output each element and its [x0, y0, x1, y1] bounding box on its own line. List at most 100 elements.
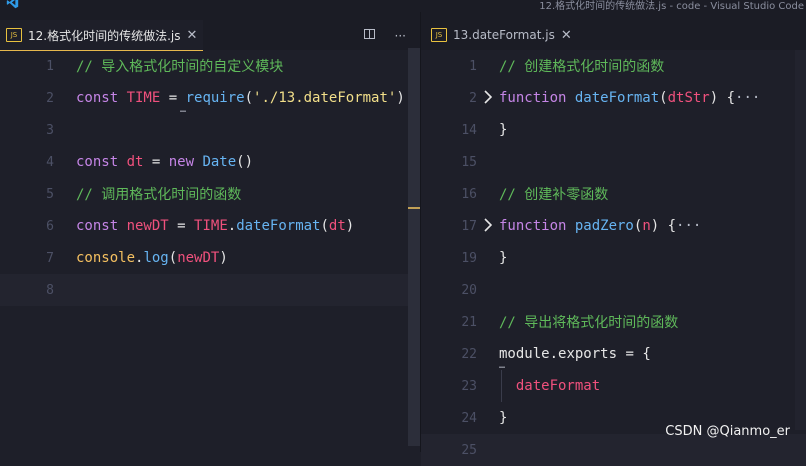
code-token: dt: [126, 154, 144, 170]
code-token: =: [168, 218, 195, 234]
code-token: padZero: [574, 218, 634, 234]
right-editor[interactable]: … 1// 创建格式化时间的函数 2 function dateFormat(dtS…: [421, 50, 806, 466]
code-token: newDT: [126, 218, 169, 234]
code-token: const: [76, 90, 127, 106]
code-token: ) {: [709, 90, 736, 106]
code-token: ): [396, 90, 405, 106]
right-scrollbar[interactable]: [795, 50, 806, 430]
code-token: .: [227, 218, 237, 234]
code-line[interactable]: 7 console.log(newDT): [0, 242, 408, 274]
line-number: 21: [461, 314, 477, 330]
code-line[interactable]: 8: [0, 274, 408, 306]
code-token: TIME: [194, 218, 228, 234]
code-line[interactable]: 3: [0, 114, 408, 146]
line-number: 19: [461, 250, 477, 266]
code-text: // 导出将格式化时间的函数: [499, 312, 678, 332]
vscode-logo-icon: [6, 0, 19, 9]
code-token: ): [345, 218, 355, 234]
code-token: ···: [735, 90, 761, 106]
left-editor[interactable]: … 1// 导入格式化时间的自定义模块 2 const TIME = require…: [0, 50, 420, 452]
line-number: 15: [461, 154, 477, 170]
code-text: // 导入格式化时间的自定义模块: [76, 56, 283, 76]
code-token: log: [143, 250, 169, 266]
code-line[interactable]: 21 // 导出将格式化时间的函数: [421, 306, 806, 338]
code-token: dateFormat: [499, 378, 601, 394]
code-token: newDT: [177, 250, 220, 266]
close-icon[interactable]: ✕: [561, 28, 572, 43]
tab-12-format-js[interactable]: JS 12.格式化时间的传统做法.js ✕: [0, 20, 204, 51]
fold-chevron-icon[interactable]: [483, 218, 492, 232]
line-number: 7: [46, 250, 54, 266]
code-token: =: [143, 154, 169, 170]
code-token: const: [76, 218, 127, 234]
csdn-watermark: CSDN @Qianmo_er: [665, 424, 790, 439]
code-text: const newDT = TIME.dateFormat(dt): [76, 218, 354, 234]
code-token: console: [76, 250, 136, 266]
code-text: // 创建格式化时间的函数: [499, 56, 664, 76]
code-token: './13.dateFormat': [253, 90, 397, 106]
code-line[interactable]: 15: [421, 146, 806, 178]
code-line[interactable]: 4 const dt = new Date(): [0, 146, 408, 178]
editor-actions: ···: [363, 29, 406, 43]
code-line[interactable]: 1 // 导入格式化时间的自定义模块: [0, 50, 408, 82]
line-number: 1: [46, 58, 54, 74]
line-number: 6: [46, 218, 54, 234]
code-line[interactable]: 14}: [421, 114, 806, 146]
js-file-icon: JS: [6, 28, 22, 42]
code-line[interactable]: 16 // 创建补零函数: [421, 178, 806, 210]
line-number: 17: [461, 218, 477, 234]
code-token: dt: [328, 218, 346, 234]
line-number: 22: [461, 346, 477, 362]
more-actions-icon[interactable]: ···: [395, 29, 406, 43]
fold-chevron-icon[interactable]: [483, 90, 492, 104]
code-text: dateFormat: [499, 378, 600, 394]
code-line[interactable]: 22 module.exports = {: [421, 338, 806, 370]
code-text: // 创建补零函数: [499, 184, 608, 204]
code-token: (: [320, 218, 329, 234]
code-token: n: [642, 218, 651, 234]
code-token: }: [499, 410, 508, 426]
line-number: 14: [461, 122, 477, 138]
code-line[interactable]: 6 const newDT = TIME.dateFormat(dt): [0, 210, 408, 242]
line-number: 16: [461, 186, 477, 202]
code-token: }: [499, 250, 508, 266]
line-number: 2: [46, 90, 54, 106]
code-line[interactable]: 2 function dateFormat(dtStr) {···: [421, 82, 806, 114]
line-number: 20: [461, 282, 477, 298]
code-text: }: [499, 122, 507, 138]
code-token: function: [499, 218, 575, 234]
close-icon[interactable]: ✕: [187, 28, 198, 43]
js-file-icon: JS: [431, 28, 447, 42]
code-text: const TIME = require('./13.dateFormat'): [76, 90, 405, 106]
line-number: 23: [461, 378, 477, 394]
code-line[interactable]: 20: [421, 274, 806, 306]
split-editor-icon[interactable]: [363, 29, 375, 39]
code-token: function: [499, 90, 575, 106]
left-tab-bar: JS 12.格式化时间的传统做法.js ✕ ···: [0, 12, 420, 51]
code-token: const: [76, 154, 127, 170]
code-line[interactable]: 5 // 调用格式化时间的函数: [0, 178, 408, 210]
code-line[interactable]: 23 dateFormat: [421, 370, 806, 402]
code-line[interactable]: 19}: [421, 242, 806, 274]
code-token: // 导出将格式化时间的函数: [499, 315, 679, 331]
code-token: require: [185, 90, 245, 106]
code-token: // 创建补零函数: [499, 187, 609, 203]
tab-label: 12.格式化时间的传统做法.js: [28, 28, 181, 43]
right-tab-bar: JS 13.dateFormat.js ✕: [421, 12, 806, 50]
line-number: 1: [469, 58, 477, 74]
tab-13-dateformat-js[interactable]: JS 13.dateFormat.js ✕: [425, 20, 578, 50]
line-number: 5: [46, 186, 54, 202]
code-token: Date: [202, 154, 237, 170]
left-scrollbar[interactable]: [408, 48, 420, 446]
code-token: (: [168, 250, 178, 266]
code-line[interactable]: 2 const TIME = require('./13.dateFormat'): [0, 82, 408, 114]
code-line[interactable]: 17 function padZero(n) {···: [421, 210, 806, 242]
line-number: 25: [461, 442, 477, 458]
code-token: // 创建格式化时间的函数: [499, 59, 665, 75]
window-title: 12.格式化时间的传统做法.js - code - Visual Studio …: [539, 1, 804, 12]
line-number: 24: [461, 410, 477, 426]
code-text: }: [499, 410, 507, 426]
code-token: ): [219, 250, 228, 266]
code-token: // 调用格式化时间的函数: [76, 187, 242, 203]
code-line[interactable]: 1 // 创建格式化时间的函数: [421, 50, 806, 82]
